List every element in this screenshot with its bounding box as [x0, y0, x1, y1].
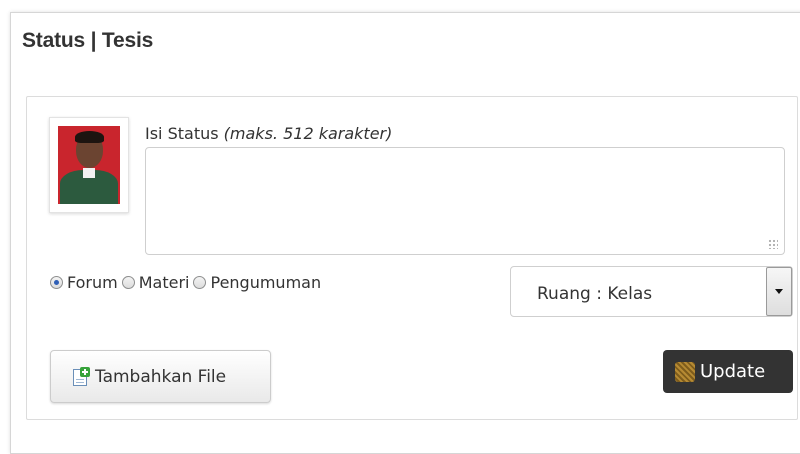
- avatar-collar: [83, 168, 95, 178]
- avatar: [49, 117, 129, 213]
- panel-title: Status | Tesis: [22, 29, 154, 52]
- radio-forum-button[interactable]: [50, 276, 63, 289]
- radio-pengumuman[interactable]: Pengumuman: [193, 273, 321, 292]
- status-label: Isi Status (maks. 512 karakter): [145, 124, 392, 143]
- status-label-hint: (maks. 512 karakter): [223, 124, 393, 143]
- radio-materi-button[interactable]: [121, 276, 135, 289]
- status-panel: Status | Tesis Isi Status (maks. 512 kar…: [10, 12, 800, 454]
- room-select-value: Ruang : Kelas: [537, 284, 653, 304]
- radio-materi[interactable]: Materi: [121, 273, 190, 292]
- radio-forum-label: Forum: [67, 273, 118, 292]
- radio-forum[interactable]: Forum: [50, 273, 118, 292]
- update-label: Update: [700, 361, 766, 382]
- post-type-radio-group: Forum Materi Pengumuman: [50, 273, 325, 292]
- radio-materi-label: Materi: [138, 273, 190, 292]
- status-textarea[interactable]: [145, 147, 785, 255]
- chevron-down-icon[interactable]: [766, 267, 792, 316]
- update-button[interactable]: Update: [663, 350, 793, 393]
- file-add-icon: [73, 367, 90, 386]
- radio-pengumuman-label: Pengumuman: [210, 273, 322, 292]
- radio-pengumuman-button[interactable]: [193, 276, 207, 289]
- add-file-label: Tambahkan File: [95, 366, 227, 387]
- resize-grip-icon[interactable]: [768, 239, 778, 249]
- room-select[interactable]: Ruang : Kelas: [510, 266, 793, 317]
- status-form: Isi Status (maks. 512 karakter) Forum Ma…: [26, 96, 798, 420]
- update-icon: [675, 361, 695, 382]
- status-label-text: Isi Status: [145, 124, 219, 143]
- add-file-button[interactable]: Tambahkan File: [50, 350, 271, 403]
- avatar-photo: [58, 126, 120, 204]
- avatar-hair: [75, 131, 104, 143]
